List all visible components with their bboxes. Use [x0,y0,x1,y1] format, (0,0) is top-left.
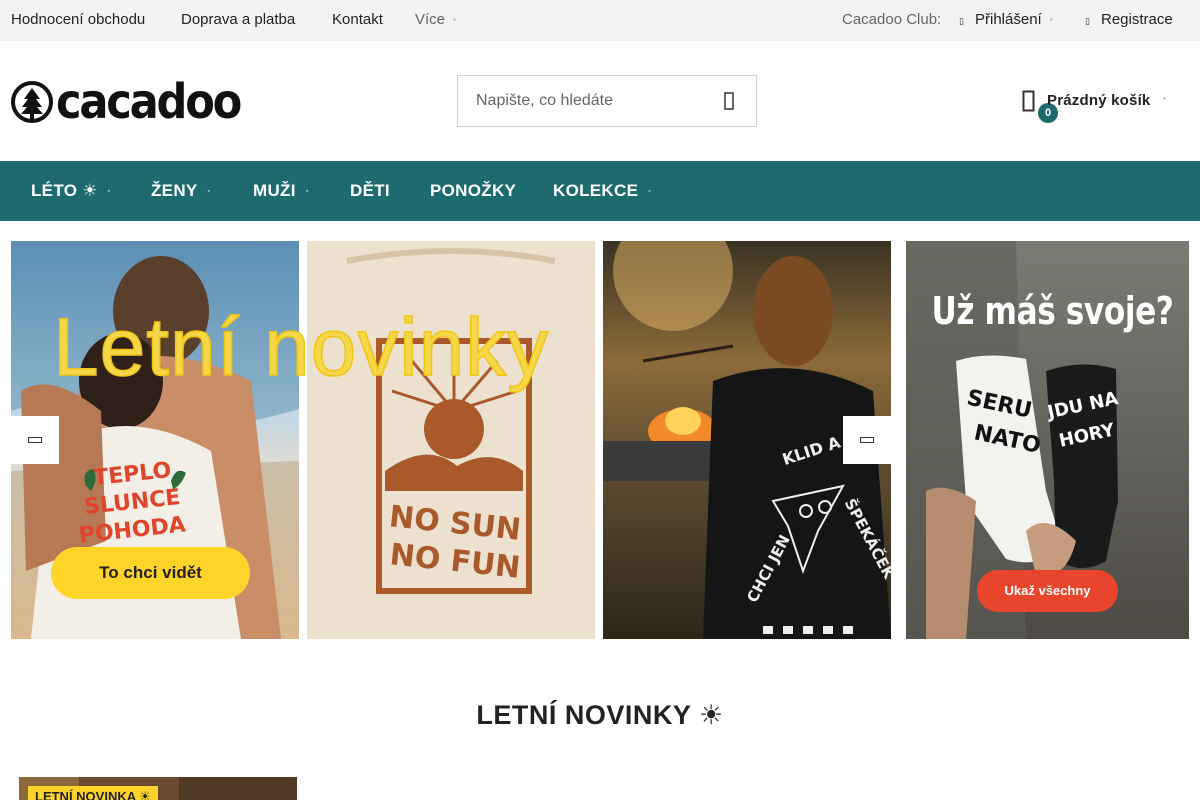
nav-item-summer[interactable]: LÉTO ☀ ▪ [31,161,111,221]
nav-label: PONOŽKY [430,181,517,200]
banner-cta-button[interactable]: To chci vidět [51,547,250,599]
nav-item-collections[interactable]: KOLEKCE ▪ [553,161,651,221]
search-input[interactable] [458,76,708,126]
link-contact[interactable]: Kontakt [332,0,383,41]
cart-button[interactable]: 0 Prázdný košík ▪ [1020,84,1180,123]
nav-label: LÉTO ☀ [31,181,98,200]
nav-item-women[interactable]: ŽENY ▪ [151,161,210,221]
chevron-down-icon: ▪ [107,187,111,195]
logo-text: cacadoo [56,74,242,130]
chevron-down-icon: ▪ [1163,94,1166,103]
chevron-down-icon: ▪ [305,187,309,195]
main-nav: LÉTO ☀ ▪ ŽENY ▪ MUŽI ▪ DĚTI PONOŽKY KOLEKCE… [0,161,1200,221]
login-label: Přihlášení [975,11,1042,28]
nav-label: KOLEKCE [553,181,639,200]
slider-next-button[interactable] [843,416,891,464]
slider-prev-button[interactable] [11,416,59,464]
user-add-icon: ▯ [1085,16,1090,26]
logo[interactable]: cacadoo [11,76,261,128]
promo-heading: Už máš svoje? [931,289,1174,333]
arrow-right-icon [860,437,874,443]
nav-label: DĚTI [350,181,390,200]
chevron-down-icon: ▪ [207,187,211,195]
search-icon [724,92,734,110]
promo-show-all-button[interactable]: Ukaž všechny [977,570,1118,612]
product-card[interactable]: LETNÍ NOVINKA ☀ [19,777,297,800]
link-shipping-payment[interactable]: Doprava a platba [181,0,295,41]
nav-label: MUŽI [253,181,296,200]
section-title: LETNÍ NOVINKY ☀ [476,700,724,730]
cart-label: Prázdný košík [1047,92,1151,109]
club-label: Cacadoo Club: [842,11,942,28]
nav-label: ŽENY [151,181,198,200]
promo-banner-socks[interactable]: SERU NATO JDU NA HORY Už máš svoje? Ukaž… [906,241,1189,639]
nav-item-socks[interactable]: PONOŽKY [430,161,516,221]
product-tag: LETNÍ NOVINKA ☀ [28,786,158,800]
chevron-down-icon: ▪ [648,187,652,195]
login-link[interactable]: ▯ Přihlášení ▪ [957,0,1053,41]
hero-slider[interactable]: TEPLO SLUNCE POHODA NO SUN NO FUN CHCI J… [11,241,891,639]
shopping-bag-icon [1022,90,1035,112]
nav-item-kids[interactable]: DĚTI [350,161,390,221]
link-store-rating[interactable]: Hodnocení obchodu [11,0,145,41]
user-icon: ▯ [959,16,964,26]
register-label: Registrace [1101,11,1173,28]
nav-item-men[interactable]: MUŽI ▪ [253,161,309,221]
register-link[interactable]: ▯ Registrace [1083,0,1173,41]
more-menu[interactable]: Více ▪ [415,0,456,41]
more-label: Více [415,11,446,28]
tree-circle-icon [11,81,53,123]
search-box [457,75,757,127]
banner-headline: Letní novinky [52,301,550,394]
top-bar: Hodnocení obchodu Doprava a platba Konta… [0,0,1200,41]
arrow-left-icon [28,437,42,443]
chevron-down-icon: ▪ [1049,15,1053,25]
search-button[interactable] [702,76,756,126]
chevron-down-icon: ▪ [453,15,456,25]
